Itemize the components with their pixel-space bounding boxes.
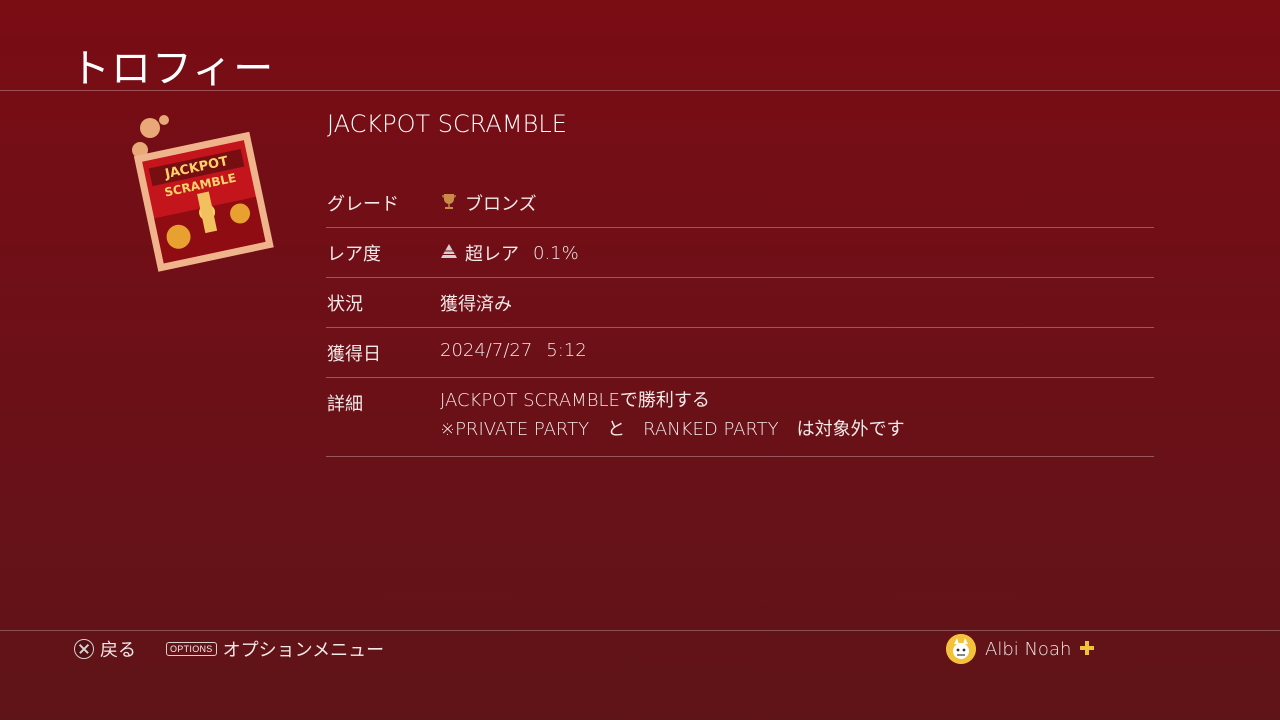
grade-row: グレード ブロンズ	[326, 178, 1154, 228]
status-label: 状況	[327, 294, 363, 315]
description-label: 詳細	[327, 394, 363, 415]
status-value: 獲得済み	[440, 294, 512, 315]
earned-date-value: 2024/7/27 5:12	[440, 340, 587, 361]
bronze-trophy-icon	[440, 192, 458, 215]
description-row: 詳細 JACKPOT SCRAMBLEで勝利する ※PRIVATE PARTY …	[326, 378, 1154, 457]
description-line-2: ※PRIVATE PARTY と RANKED PARTY は対象外です	[440, 419, 905, 440]
trophy-name: JACKPOT SCRAMBLE	[327, 110, 567, 138]
user-info: Albi Noah	[946, 634, 1095, 664]
grade-value: ブロンズ	[440, 190, 537, 216]
rarity-tier: 超レア	[465, 244, 519, 265]
options-key-icon: OPTIONS	[166, 642, 217, 656]
grade-text: ブロンズ	[465, 194, 537, 215]
page-title: トロフィー	[70, 46, 275, 92]
options-menu-button[interactable]: OPTIONS オプションメニュー	[166, 636, 384, 662]
earned-time: 5:12	[546, 340, 587, 361]
ultra-rare-pyramid-icon	[440, 243, 458, 264]
back-label: 戻る	[100, 640, 136, 661]
rarity-label: レア度	[327, 244, 381, 265]
grade-label: グレード	[327, 194, 399, 215]
options-label: オプションメニュー	[222, 640, 385, 661]
avatar	[946, 634, 976, 664]
footer-divider	[0, 630, 1280, 631]
description-line-1: JACKPOT SCRAMBLEで勝利する	[440, 390, 710, 411]
earned-date-label: 獲得日	[327, 344, 381, 365]
trophy-details: グレード ブロンズ レア度 超レア 0.1% 状況 獲得済み 獲得日 2024/…	[326, 178, 1154, 457]
earned-date: 2024/7/27	[440, 340, 533, 361]
status-row: 状況 獲得済み	[326, 278, 1154, 328]
header-divider	[0, 90, 1280, 91]
description-value: JACKPOT SCRAMBLEで勝利する ※PRIVATE PARTY と R…	[440, 386, 905, 444]
playstation-plus-icon	[1079, 637, 1095, 661]
earned-date-row: 獲得日 2024/7/27 5:12	[326, 328, 1154, 378]
cross-button-icon	[74, 639, 94, 659]
back-button[interactable]: 戻る	[74, 636, 136, 662]
rarity-row: レア度 超レア 0.1%	[326, 228, 1154, 278]
username: Albi Noah	[985, 638, 1072, 660]
rarity-percent: 0.1%	[533, 242, 579, 264]
rarity-value: 超レア 0.1%	[440, 240, 579, 266]
trophy-thumbnail: JACKPOT SCRAMBLE	[128, 112, 288, 282]
